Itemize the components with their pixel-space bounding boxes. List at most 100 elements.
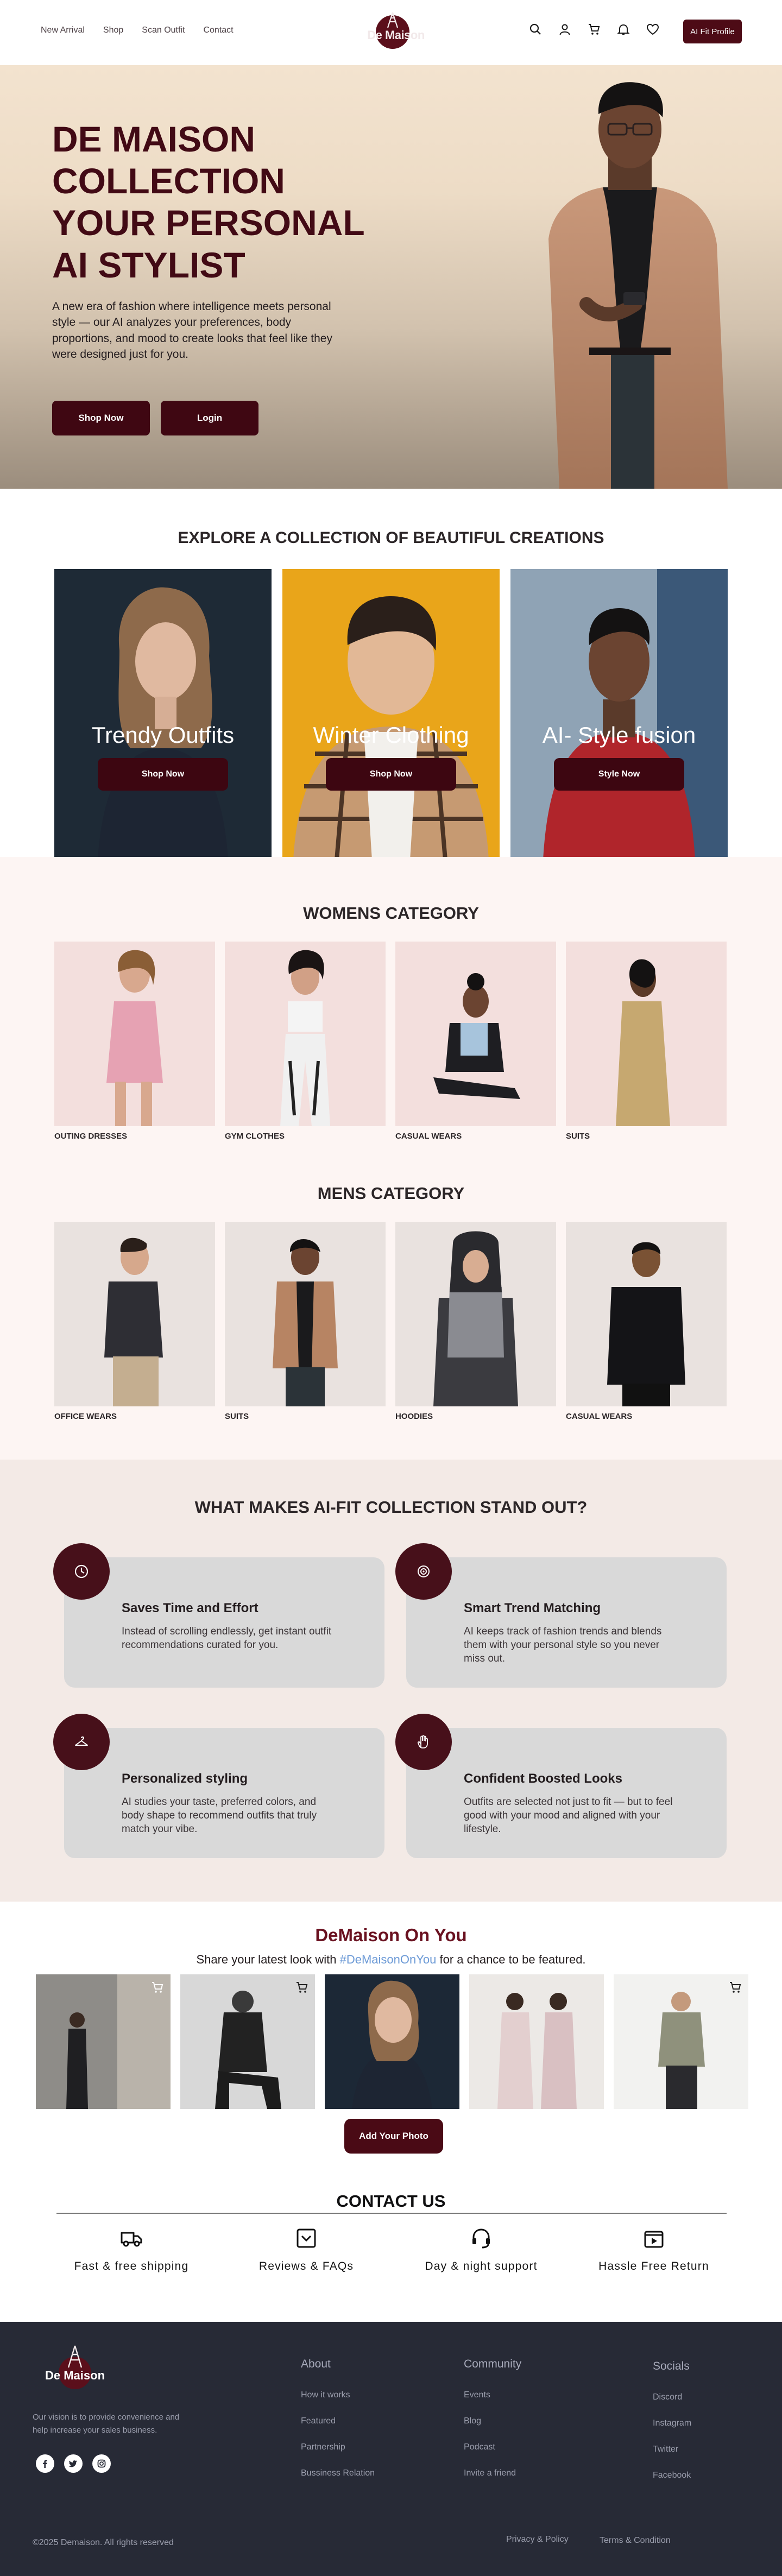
privacy-policy-link[interactable]: Privacy & Policy — [506, 2535, 569, 2545]
gallery-hashtag[interactable]: #DeMaisonOnYou — [340, 1953, 437, 1966]
category-card-outing-dresses[interactable] — [54, 942, 215, 1126]
category-label: SUITS — [566, 1132, 590, 1141]
feature-text: AI keeps track of fashion trends and ble… — [464, 1626, 662, 1665]
trendy-outfits-image — [54, 569, 272, 860]
footer-link[interactable]: Instagram — [653, 2419, 691, 2428]
category-card-casual-wears[interactable] — [395, 942, 556, 1126]
category-label: SUITS — [225, 1412, 249, 1421]
inbox-icon — [297, 2228, 316, 2248]
footer-link[interactable]: Partnership — [301, 2442, 345, 2452]
clock-icon — [74, 1564, 89, 1579]
category-card-suits[interactable] — [566, 942, 727, 1126]
instagram-social-link[interactable] — [92, 2454, 111, 2473]
footer-link[interactable]: Events — [464, 2390, 490, 2400]
gallery-photo[interactable] — [469, 1974, 604, 2109]
terms-condition-link[interactable]: Terms & Condition — [600, 2536, 671, 2546]
hero-title-line: YOUR PERSONAL — [52, 203, 365, 243]
category-card-office-wears[interactable] — [54, 1222, 215, 1406]
category-card-mens-suits[interactable] — [225, 1222, 386, 1406]
explore-card-trendy[interactable]: Trendy Outfits Shop Now — [54, 569, 272, 860]
search-icon[interactable] — [529, 23, 542, 36]
nav-shop[interactable]: Shop — [103, 26, 123, 35]
contact-item-label: Fast & free shipping — [74, 2260, 189, 2272]
gallery-title: DeMaison On You — [315, 1925, 467, 1945]
explore-card-winter[interactable]: Winter Clothing Shop Now — [282, 569, 500, 860]
cart-icon[interactable] — [729, 1981, 742, 1994]
brand-logo[interactable]: De Maison — [367, 12, 425, 55]
nav-contact[interactable]: Contact — [203, 26, 233, 35]
hero-title-line: AI STYLIST — [52, 244, 245, 285]
footer-link[interactable]: How it works — [301, 2390, 350, 2400]
hoodies-image — [433, 1231, 518, 1406]
target-icon — [418, 1565, 430, 1577]
contact-title: CONTACT US — [336, 2192, 446, 2211]
shop-now-button[interactable]: Shop Now — [326, 758, 456, 791]
footer-link[interactable]: Featured — [301, 2416, 336, 2426]
footer-copyright: ©2025 Demaison. All rights reserved — [33, 2538, 174, 2547]
contact-divider — [56, 2213, 727, 2214]
category-label: GYM CLOTHES — [225, 1132, 285, 1141]
footer-link[interactable]: Discord — [653, 2392, 682, 2402]
instagram-icon — [97, 2459, 106, 2468]
twitter-social-link[interactable] — [64, 2454, 83, 2473]
feature-card-saves-time — [64, 1557, 384, 1688]
footer-link[interactable]: Invite a friend — [464, 2468, 516, 2478]
hero-title-line: DE MAISON — [52, 119, 256, 159]
explore-card-ai-style[interactable]: AI- Style fusion Style Now — [510, 569, 728, 860]
category-card-hoodies[interactable] — [395, 1222, 556, 1406]
feature-text: Outfits are selected not just to fit — b… — [464, 1796, 673, 1835]
contact-item-label: Hassle Free Return — [598, 2260, 709, 2272]
mens-suits-image — [273, 1239, 338, 1406]
nav-scan-outfit[interactable]: Scan Outfit — [142, 26, 185, 35]
shop-now-button[interactable]: Shop Now — [52, 401, 150, 435]
facebook-social-link[interactable] — [36, 2454, 54, 2473]
footer-logo[interactable]: De Maison — [42, 2344, 108, 2392]
mens-casual-image — [607, 1242, 685, 1406]
feature-icon-badge — [53, 1543, 110, 1600]
contact-item-shipping[interactable]: Fast & free shipping — [50, 2226, 213, 2273]
feature-card-confident-looks — [406, 1728, 727, 1858]
style-now-button[interactable]: Style Now — [554, 758, 684, 791]
cart-icon[interactable] — [588, 23, 601, 36]
hero-subtitle: A new era of fashion where intelligence … — [52, 300, 332, 361]
gallery-photo[interactable] — [36, 1974, 171, 2109]
contact-item-label: Reviews & FAQs — [258, 2260, 354, 2272]
gallery-image — [36, 1974, 171, 2109]
gallery-photo[interactable] — [180, 1974, 315, 2109]
footer-logo-mark — [59, 2345, 91, 2389]
footer-link[interactable]: Blog — [464, 2416, 481, 2426]
ai-fit-profile-button[interactable]: AI Fit Profile — [683, 20, 742, 43]
category-card-mens-casual[interactable] — [566, 1222, 727, 1406]
outing-dresses-image — [106, 950, 163, 1126]
gallery-subtitle-text: Share your latest look with — [196, 1953, 340, 1966]
footer-link[interactable]: Podcast — [464, 2442, 495, 2452]
gallery-photo[interactable] — [325, 1974, 459, 2109]
cart-icon[interactable] — [295, 1981, 308, 1994]
footer-link[interactable]: Facebook — [653, 2471, 691, 2480]
cart-icon[interactable] — [151, 1981, 164, 1994]
truck-icon — [121, 2232, 142, 2247]
footer-link[interactable]: Bussiness Relation — [301, 2468, 375, 2478]
headset-icon — [472, 2228, 490, 2249]
contact-item-label: Day & night support — [425, 2260, 538, 2272]
shop-now-button[interactable]: Shop Now — [98, 758, 228, 791]
gallery-photo[interactable] — [614, 1974, 748, 2109]
contact-item-support[interactable]: Day & night support — [400, 2226, 563, 2273]
footer-tagline: Our vision is to provide convenience and… — [33, 2413, 180, 2435]
nav-new-arrival[interactable]: New Arrival — [41, 26, 85, 35]
contact-item-returns[interactable]: Hassle Free Return — [572, 2226, 735, 2273]
feature-text: AI studies your taste, preferred colors,… — [122, 1796, 317, 1835]
bell-icon[interactable] — [617, 23, 630, 36]
heart-icon[interactable] — [646, 23, 659, 36]
gallery-image — [325, 1974, 459, 2109]
hero-section: DE MAISON COLLECTION YOUR PERSONAL AI ST… — [0, 65, 782, 489]
category-card-gym-clothes[interactable] — [225, 942, 386, 1126]
add-your-photo-button[interactable]: Add Your Photo — [344, 2119, 443, 2154]
feature-icon-badge — [395, 1543, 452, 1600]
feature-title: Smart Trend Matching — [464, 1601, 601, 1615]
footer-link[interactable]: Twitter — [653, 2445, 678, 2454]
feature-icon-badge — [53, 1714, 110, 1770]
contact-item-reviews[interactable]: Reviews & FAQs — [225, 2226, 388, 2273]
user-icon[interactable] — [558, 23, 571, 36]
login-button[interactable]: Login — [161, 401, 258, 435]
